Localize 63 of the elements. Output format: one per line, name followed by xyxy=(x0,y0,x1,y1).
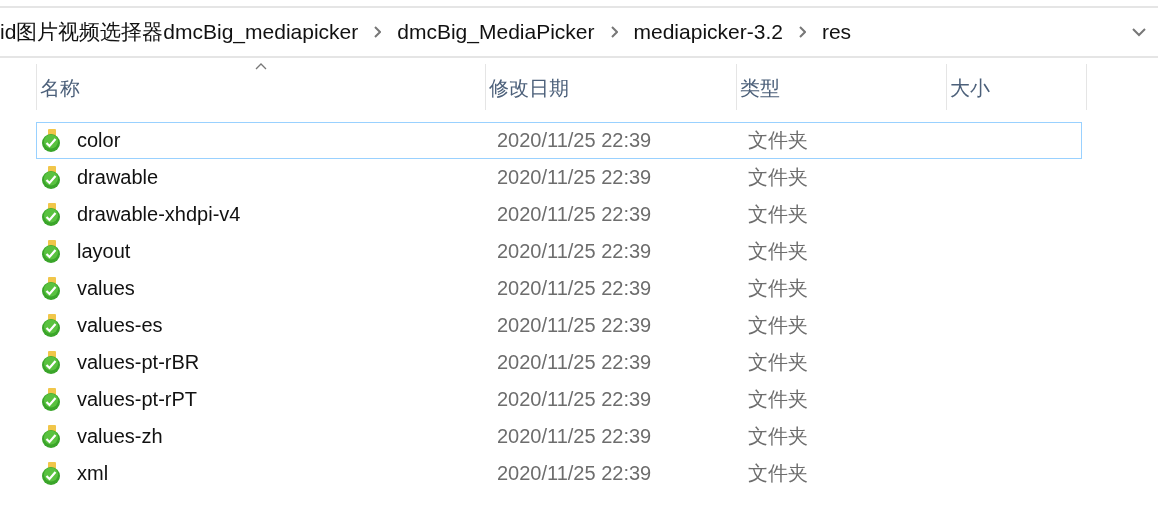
file-type: 文件夹 xyxy=(747,350,809,375)
date-modified: 2020/11/25 22:39 xyxy=(496,129,653,152)
folder-check-icon xyxy=(41,424,63,449)
date-modified: 2020/11/25 22:39 xyxy=(496,462,653,485)
file-row[interactable]: values-pt-rPT 2020/11/25 22:39 文件夹 xyxy=(36,381,1082,418)
column-header[interactable]: 类型 xyxy=(737,64,947,110)
folder-check-icon xyxy=(41,387,63,412)
folder-check-icon xyxy=(41,239,63,264)
file-type: 文件夹 xyxy=(747,239,809,264)
file-row[interactable]: color 2020/11/25 22:39 文件夹 xyxy=(36,122,1082,159)
chevron-down-icon[interactable] xyxy=(1132,27,1146,37)
file-type: 文件夹 xyxy=(747,424,809,449)
file-row[interactable]: drawable 2020/11/25 22:39 文件夹 xyxy=(36,159,1082,196)
folder-check-icon xyxy=(41,461,63,486)
file-type: 文件夹 xyxy=(747,313,809,338)
breadcrumb-item[interactable]: mediapicker-3.2 xyxy=(633,20,783,44)
file-row[interactable]: values 2020/11/25 22:39 文件夹 xyxy=(36,270,1082,307)
folder-check-icon xyxy=(41,202,63,227)
date-modified: 2020/11/25 22:39 xyxy=(496,351,653,374)
file-type: 文件夹 xyxy=(747,461,809,486)
date-modified: 2020/11/25 22:39 xyxy=(496,425,653,448)
file-name: values xyxy=(77,277,135,300)
file-type: 文件夹 xyxy=(747,128,809,153)
file-name: color xyxy=(77,129,121,152)
column-header[interactable]: 大小 xyxy=(947,64,1087,110)
file-name: values-zh xyxy=(77,425,163,448)
file-type: 文件夹 xyxy=(747,276,809,301)
file-name: xml xyxy=(77,462,109,485)
chevron-right-icon xyxy=(798,26,806,38)
file-row[interactable]: values-zh 2020/11/25 22:39 文件夹 xyxy=(36,418,1082,455)
file-name: drawable xyxy=(77,166,159,189)
folder-check-icon xyxy=(41,128,63,153)
folder-check-icon xyxy=(41,276,63,301)
date-modified: 2020/11/25 22:39 xyxy=(496,277,653,300)
column-header[interactable]: 修改日期 xyxy=(486,64,737,110)
breadcrumb-item[interactable]: id图片视频选择器dmcBig_mediapicker xyxy=(0,18,359,46)
file-name: values-pt-rPT xyxy=(77,388,198,411)
date-modified: 2020/11/25 22:39 xyxy=(496,203,653,226)
folder-check-icon xyxy=(41,165,63,190)
breadcrumb-item[interactable]: res xyxy=(821,20,852,44)
file-name: drawable-xhdpi-v4 xyxy=(77,203,241,226)
file-name: values-es xyxy=(77,314,163,337)
file-row[interactable]: values-pt-rBR 2020/11/25 22:39 文件夹 xyxy=(36,344,1082,381)
breadcrumb-item[interactable]: dmcBig_MediaPicker xyxy=(397,20,595,44)
folder-check-icon xyxy=(41,350,63,375)
file-type: 文件夹 xyxy=(747,387,809,412)
date-modified: 2020/11/25 22:39 xyxy=(496,314,653,337)
file-type: 文件夹 xyxy=(747,202,809,227)
date-modified: 2020/11/25 22:39 xyxy=(496,388,653,411)
chevron-right-icon xyxy=(374,26,382,38)
file-row[interactable]: layout 2020/11/25 22:39 文件夹 xyxy=(36,233,1082,270)
chevron-right-icon xyxy=(610,26,618,38)
file-row[interactable]: values-es 2020/11/25 22:39 文件夹 xyxy=(36,307,1082,344)
date-modified: 2020/11/25 22:39 xyxy=(496,166,653,189)
file-name: values-pt-rBR xyxy=(77,351,200,374)
column-header[interactable]: 名称 xyxy=(36,64,486,110)
date-modified: 2020/11/25 22:39 xyxy=(496,240,653,263)
sort-ascending-icon xyxy=(255,63,267,70)
file-type: 文件夹 xyxy=(747,165,809,190)
file-name: layout xyxy=(77,240,131,263)
file-row[interactable]: xml 2020/11/25 22:39 文件夹 xyxy=(36,455,1082,492)
file-row[interactable]: drawable-xhdpi-v4 2020/11/25 22:39 文件夹 xyxy=(36,196,1082,233)
folder-check-icon xyxy=(41,313,63,338)
